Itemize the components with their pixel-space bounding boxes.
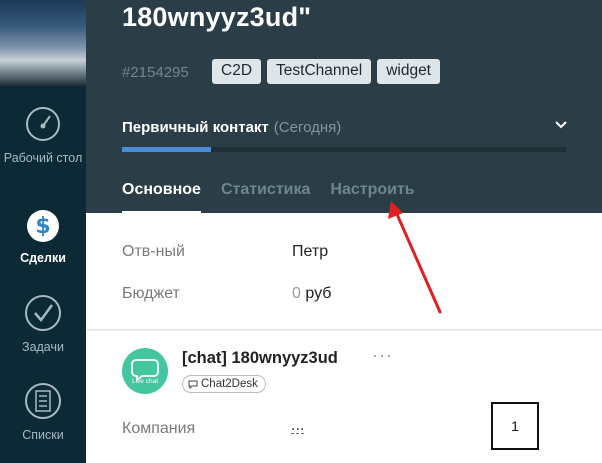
budget-field: Бюджет 0 руб <box>122 285 331 303</box>
deal-title[interactable]: 180wnyyz3ud" <box>122 2 311 33</box>
tab-statistics[interactable]: Статистика <box>221 181 310 214</box>
sidebar-item-deals[interactable]: $ Сделки <box>0 204 86 266</box>
pipeline-progress-bar <box>122 147 566 152</box>
responsible-field: Отв-ный Петр <box>122 243 328 261</box>
contact-name[interactable]: [chat] 180wnyyz3ud <box>182 349 338 368</box>
company-value[interactable]: ... <box>291 418 305 434</box>
checkmark-icon <box>25 295 61 331</box>
tab-bar: Основное Статистика Настроить <box>122 181 415 214</box>
left-sidebar: Рабочий стол $ Сделки Задачи Списки <box>0 0 86 463</box>
dashboard-gauge-icon <box>26 107 60 141</box>
chat-icon <box>188 380 198 389</box>
status-date: (Сегодня) <box>273 119 342 136</box>
sidebar-item-lists[interactable]: Списки <box>0 381 86 443</box>
sidebar-item-label: Задачи <box>22 340 64 354</box>
main-fields-card: Отв-ный Петр Бюджет 0 руб <box>86 213 602 330</box>
tag[interactable]: TestChannel <box>267 59 372 84</box>
deal-header: 180wnyyz3ud" #2154295 C2D TestChannel wi… <box>86 0 602 214</box>
tab-main[interactable]: Основное <box>122 181 201 214</box>
user-avatar-photo[interactable] <box>0 0 86 86</box>
source-chip[interactable]: Chat2Desk <box>182 375 266 393</box>
company-label: Компания <box>122 420 196 437</box>
svg-text:$: $ <box>35 214 50 239</box>
budget-currency: руб <box>305 285 332 302</box>
tag-list: C2D TestChannel widget <box>212 59 440 84</box>
sidebar-item-tasks[interactable]: Задачи <box>0 293 86 355</box>
tag[interactable]: widget <box>377 59 440 84</box>
responsible-value[interactable]: Петр <box>292 243 328 260</box>
status-name: Первичный контакт <box>122 119 269 136</box>
deal-id: #2154295 <box>122 64 189 81</box>
field-label: Бюджет <box>122 285 180 302</box>
tag[interactable]: C2D <box>212 59 262 84</box>
list-icon <box>25 383 61 419</box>
field-label: Отв-ный <box>122 243 185 260</box>
sidebar-item-dashboard[interactable]: Рабочий стол <box>0 104 86 166</box>
pipeline-status[interactable]: Первичный контакт (Сегодня) <box>122 119 341 136</box>
sidebar-item-label: Списки <box>22 428 64 442</box>
sidebar-item-label: Сделки <box>20 251 66 265</box>
avatar-caption: Live chat <box>131 378 159 385</box>
more-options-icon[interactable]: ··· <box>372 345 393 366</box>
contact-avatar[interactable]: Live chat <box>122 348 168 394</box>
sidebar-item-label: Рабочий стол <box>3 151 83 165</box>
dollar-icon: $ <box>27 210 59 242</box>
budget-amount[interactable]: 0 <box>292 285 301 302</box>
annotation-number-box: 1 <box>491 402 539 450</box>
source-chip-label: Chat2Desk <box>201 378 258 390</box>
chat-bubble-icon <box>131 359 159 382</box>
pipeline-progress-fill <box>122 147 211 152</box>
chevron-down-icon[interactable] <box>554 118 568 132</box>
tab-configure[interactable]: Настроить <box>330 181 414 214</box>
